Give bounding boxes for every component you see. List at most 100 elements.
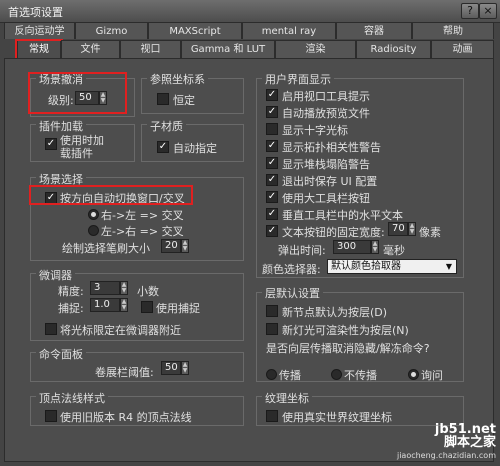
left-right-label: 左->右 => 交叉: [101, 225, 184, 238]
ask-radio[interactable]: [408, 369, 419, 380]
color-picker-dropdown[interactable]: 默认颜色拾取器 ▼: [327, 259, 457, 274]
propagate-label: 传播: [279, 369, 301, 382]
tab-animation[interactable]: 动画: [431, 40, 494, 58]
r4-vertex-normal-label: 使用旧版本 R4 的顶点法线: [60, 411, 192, 424]
flyout-time-label: 弹出时间:: [278, 244, 326, 257]
plugin-load-legend: 插件加载: [36, 118, 86, 134]
real-world-coords-label: 使用真实世界纹理坐标: [282, 411, 392, 424]
tab-radiosity[interactable]: Radiosity: [356, 40, 431, 58]
topology-warning-checkbox[interactable]: ✓: [266, 140, 278, 152]
stack-collapse-warning-checkbox[interactable]: ✓: [266, 157, 278, 169]
watermark: jb51.net 脚本之家 jiaocheng.chazidian.com: [397, 423, 496, 462]
precision-arrows[interactable]: ▲ ▼: [120, 281, 128, 295]
use-snap-label: 使用捕捉: [156, 302, 200, 315]
brush-size-arrows[interactable]: ▲ ▼: [181, 239, 189, 253]
flyout-time-input[interactable]: 300: [333, 240, 371, 254]
brush-size-label: 绘制选择笔刷大小: [62, 242, 150, 255]
propagate-question-label: 是否向层传播取消隐藏/解冻命令?: [266, 342, 430, 355]
ui-display-legend: 用户界面显示: [262, 71, 334, 87]
wrap-cursor-label: 将光标限定在微调器附近: [60, 324, 181, 337]
tab-ik[interactable]: 反向运动学: [4, 22, 75, 39]
chevron-down-icon: ▼: [445, 262, 452, 271]
sub-material-legend: 子材质: [147, 118, 186, 134]
crosshair-cursor-checkbox[interactable]: [266, 123, 278, 135]
tab-gizmo[interactable]: Gizmo: [75, 22, 148, 39]
ref-coord-legend: 参照坐标系: [147, 71, 208, 87]
rollout-threshold-label: 卷展栏阈值:: [95, 366, 154, 379]
autoplay-preview-label: 自动播放预览文件: [282, 107, 370, 120]
snap-label: 捕捉:: [58, 302, 84, 315]
pixels-label: 像素: [419, 226, 441, 239]
texture-coords-legend: 纹理坐标: [262, 390, 312, 406]
horizontal-text-checkbox[interactable]: ✓: [266, 208, 278, 220]
r4-vertex-normal-checkbox[interactable]: [45, 410, 57, 422]
new-lights-bylayer-label: 新灯光可渲染性为按层(N): [282, 324, 409, 337]
horizontal-text-label: 垂直工具栏中的水平文本: [282, 209, 403, 222]
use-snap-checkbox[interactable]: [141, 301, 153, 313]
flyout-time-arrows[interactable]: ▲ ▼: [371, 240, 379, 254]
snap-input[interactable]: 1.0: [90, 298, 120, 312]
no-propagate-radio[interactable]: [331, 369, 342, 380]
tab-files[interactable]: 文件: [61, 40, 120, 58]
highlight-scene-undo: [28, 72, 127, 114]
autoplay-preview-checkbox[interactable]: ✓: [266, 106, 278, 118]
new-lights-bylayer-checkbox[interactable]: [266, 323, 278, 335]
crosshair-cursor-label: 显示十字光标: [282, 124, 348, 137]
auto-assign-checkbox[interactable]: ✓: [157, 141, 169, 153]
propagate-radio[interactable]: [266, 369, 277, 380]
fixed-width-input[interactable]: 70: [388, 222, 408, 236]
decimal-label: 小数: [137, 285, 159, 298]
save-ui-config-label: 退出时保存 UI 配置: [282, 175, 378, 188]
spinners-legend: 微调器: [36, 267, 75, 283]
vertex-normal-legend: 顶点法线样式: [36, 390, 108, 406]
layer-defaults-legend: 层默认设置: [262, 285, 323, 301]
fixed-width-label: 文本按钮的固定宽度:: [282, 226, 385, 239]
new-nodes-bylayer-label: 新节点默认为按层(D): [282, 306, 388, 319]
tab-gamma-lut[interactable]: Gamma 和 LUT: [181, 40, 275, 58]
wrap-cursor-checkbox[interactable]: [45, 323, 57, 335]
tab-maxscript[interactable]: MAXScript: [148, 22, 242, 39]
tab-rendering[interactable]: 渲染: [275, 40, 356, 58]
tab-containers[interactable]: 容器: [336, 22, 412, 39]
tab-viewports[interactable]: 视口: [120, 40, 181, 58]
brush-size-input[interactable]: 20: [161, 239, 181, 253]
constant-label: 恒定: [173, 94, 195, 107]
fixed-width-arrows[interactable]: ▲ ▼: [408, 222, 416, 236]
highlight-auto-window: [29, 185, 193, 205]
color-picker-value: 默认颜色拾取器: [331, 261, 401, 272]
new-nodes-bylayer-checkbox[interactable]: [266, 305, 278, 317]
precision-label: 精度:: [58, 285, 84, 298]
help-title-button[interactable]: ?: [461, 3, 479, 19]
viewport-tooltips-checkbox[interactable]: ✓: [266, 89, 278, 101]
load-on-use-label: 使用时加载插件: [60, 134, 104, 160]
large-toolbar-buttons-checkbox[interactable]: ✓: [266, 191, 278, 203]
no-propagate-label: 不传播: [344, 369, 377, 382]
title-bar: 首选项设置 ? ×: [0, 0, 500, 23]
topology-warning-label: 显示拓扑相关性警告: [282, 141, 381, 154]
rollout-threshold-input[interactable]: 50: [161, 361, 181, 375]
left-right-radio[interactable]: [88, 225, 99, 236]
ms-label: 毫秒: [383, 244, 405, 257]
load-on-use-checkbox[interactable]: ✓: [45, 138, 57, 150]
snap-arrows[interactable]: ▲ ▼: [120, 298, 128, 312]
ask-label: 询问: [421, 369, 443, 382]
tab-mental-ray[interactable]: mental ray: [242, 22, 336, 39]
fixed-width-checkbox[interactable]: ✓: [266, 225, 278, 237]
close-button[interactable]: ×: [479, 3, 497, 19]
color-picker-label: 颜色选择器:: [262, 263, 321, 276]
save-ui-config-checkbox[interactable]: ✓: [266, 174, 278, 186]
window-title: 首选项设置: [8, 6, 63, 19]
tab-help[interactable]: 帮助: [412, 22, 494, 39]
command-panel-legend: 命令面板: [36, 346, 86, 362]
constant-checkbox[interactable]: [157, 93, 169, 105]
watermark-line2: 脚本之家: [443, 435, 496, 450]
right-left-label: 右->左 => 交叉: [101, 209, 184, 222]
right-left-radio[interactable]: [88, 209, 99, 220]
rollout-threshold-arrows[interactable]: ▲ ▼: [181, 361, 189, 375]
watermark-line3: jiaocheng.chazidian.com: [396, 451, 496, 460]
stack-collapse-warning-label: 显示堆栈塌陷警告: [282, 158, 370, 171]
real-world-coords-checkbox[interactable]: [266, 410, 278, 422]
viewport-tooltips-label: 启用视口工具提示: [282, 90, 370, 103]
large-toolbar-buttons-label: 使用大工具栏按钮: [282, 192, 370, 205]
precision-input[interactable]: 3: [90, 281, 120, 295]
